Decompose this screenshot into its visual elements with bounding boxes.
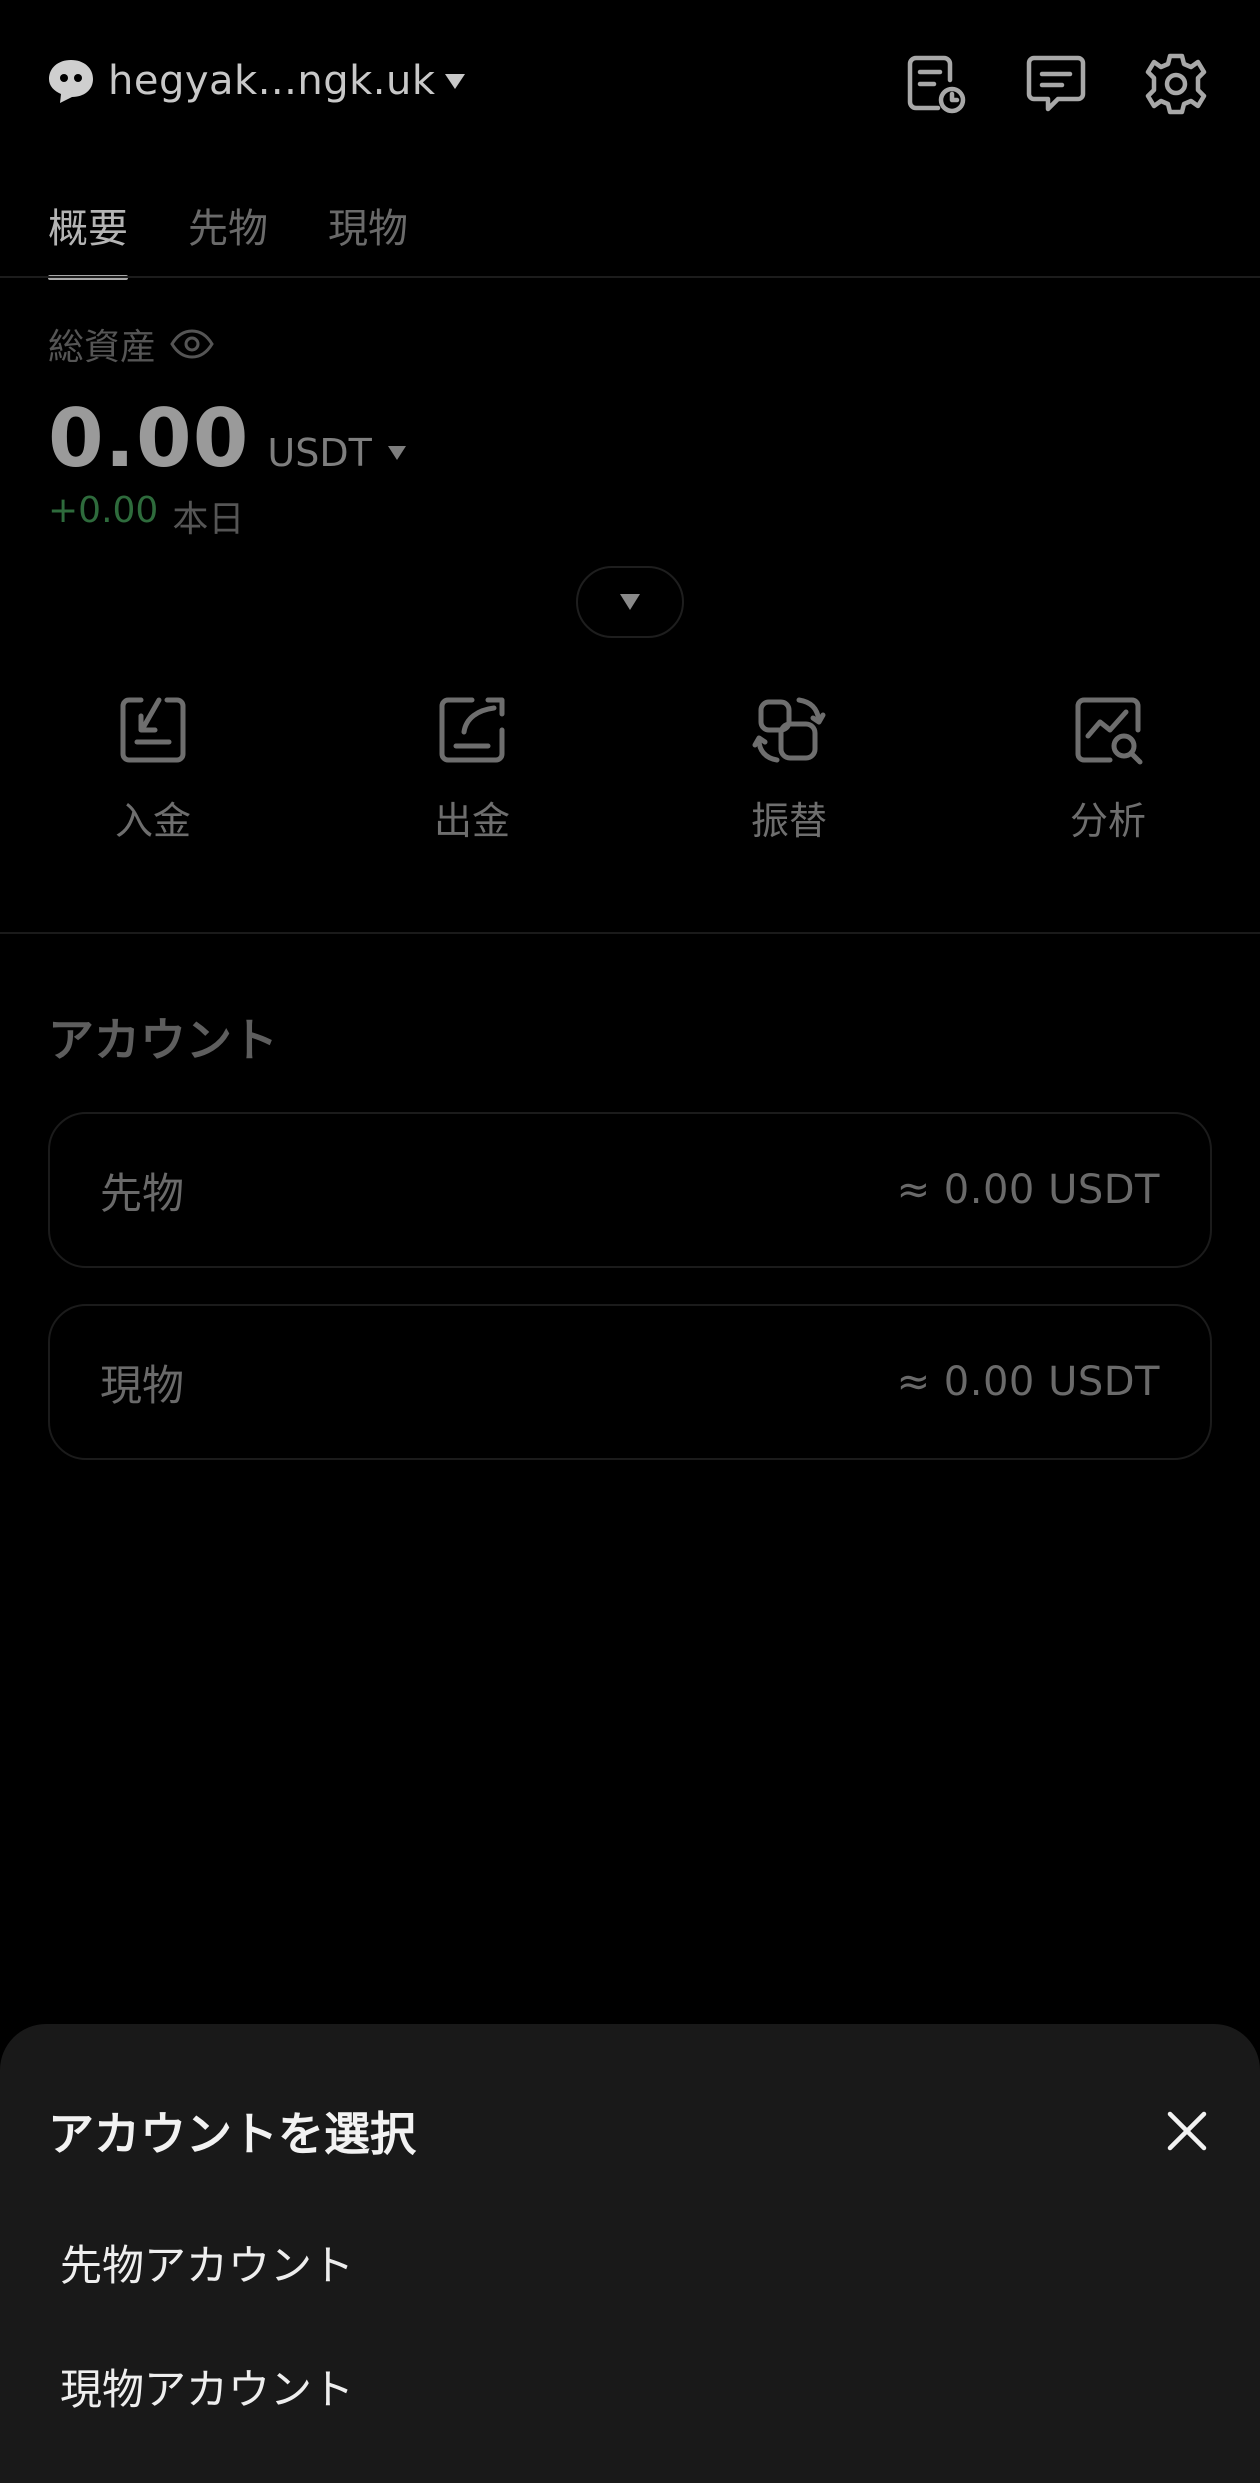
- asset-tabs: 概要 先物 現物: [48, 196, 408, 280]
- account-select-sheet: アカウントを選択 先物アカウント 現物アカウント: [0, 2024, 1260, 2483]
- tab-spot[interactable]: 現物: [328, 196, 408, 276]
- option-futures-account[interactable]: 先物アカウント: [60, 2232, 354, 2293]
- total-assets-label: 総資産: [48, 327, 157, 368]
- account-card-name: 現物: [100, 1360, 185, 1410]
- futures-account-card[interactable]: 先物 ≈ 0.00 USDT: [48, 1112, 1212, 1268]
- sheet-title: アカウントを選択: [48, 2107, 416, 2161]
- pnl-value: +0.00: [48, 490, 159, 531]
- deposit-icon: [120, 697, 186, 763]
- account-card-value: ≈ 0.00 USDT: [896, 1359, 1160, 1405]
- analysis-label: 分析: [1069, 799, 1146, 843]
- avatar-icon: [49, 60, 93, 103]
- chevron-down-icon: [620, 594, 640, 610]
- transfer-button[interactable]: 振替: [689, 690, 889, 845]
- accounts-title: アカウント: [48, 1013, 278, 1067]
- settings-icon[interactable]: [1142, 50, 1210, 118]
- account-card-value: ≈ 0.00 USDT: [896, 1167, 1160, 1213]
- chevron-down-icon[interactable]: [387, 446, 406, 460]
- header-actions: [902, 50, 1210, 118]
- withdraw-button[interactable]: 出金: [372, 690, 572, 845]
- divider: [0, 276, 1260, 278]
- expand-button[interactable]: [576, 566, 684, 638]
- close-icon[interactable]: [1162, 2106, 1212, 2156]
- divider: [0, 932, 1260, 934]
- withdraw-icon: [439, 697, 505, 763]
- deposit-label: 入金: [114, 799, 191, 843]
- pnl-label: 本日: [172, 499, 245, 540]
- orders-history-icon[interactable]: [902, 50, 970, 118]
- top-header: hegyak...ngk.uk: [0, 0, 1260, 165]
- account-card-name: 先物: [100, 1168, 185, 1218]
- total-assets-label-row: 総資産: [48, 318, 214, 370]
- balance-currency[interactable]: USDT: [267, 431, 371, 475]
- transfer-label: 振替: [750, 799, 827, 843]
- withdraw-label: 出金: [433, 799, 510, 843]
- today-pnl: +0.00 本日: [48, 490, 244, 542]
- chevron-down-icon: [445, 73, 466, 89]
- total-balance: 0.00: [48, 392, 250, 485]
- deposit-button[interactable]: 入金: [53, 690, 253, 845]
- analysis-icon: [1075, 697, 1143, 765]
- option-spot-account[interactable]: 現物アカウント: [60, 2356, 354, 2417]
- tab-overview[interactable]: 概要: [48, 196, 128, 280]
- messages-icon[interactable]: [1022, 50, 1090, 118]
- account-switcher[interactable]: hegyak...ngk.uk: [46, 56, 466, 106]
- balance-row: 0.00 USDT: [48, 392, 406, 485]
- spot-account-card[interactable]: 現物 ≈ 0.00 USDT: [48, 1304, 1212, 1460]
- eye-icon[interactable]: [170, 329, 214, 359]
- analysis-button[interactable]: 分析: [1008, 690, 1208, 845]
- tab-futures[interactable]: 先物: [188, 196, 268, 276]
- transfer-icon: [752, 697, 826, 763]
- account-name: hegyak...ngk.uk: [108, 58, 436, 104]
- asset-overview-page: hegyak...ngk.uk 概要 先物 現物 総資産 0.00 USDT +…: [0, 0, 1260, 2483]
- quick-actions: 入金 出金 振替 分析: [0, 690, 1260, 870]
